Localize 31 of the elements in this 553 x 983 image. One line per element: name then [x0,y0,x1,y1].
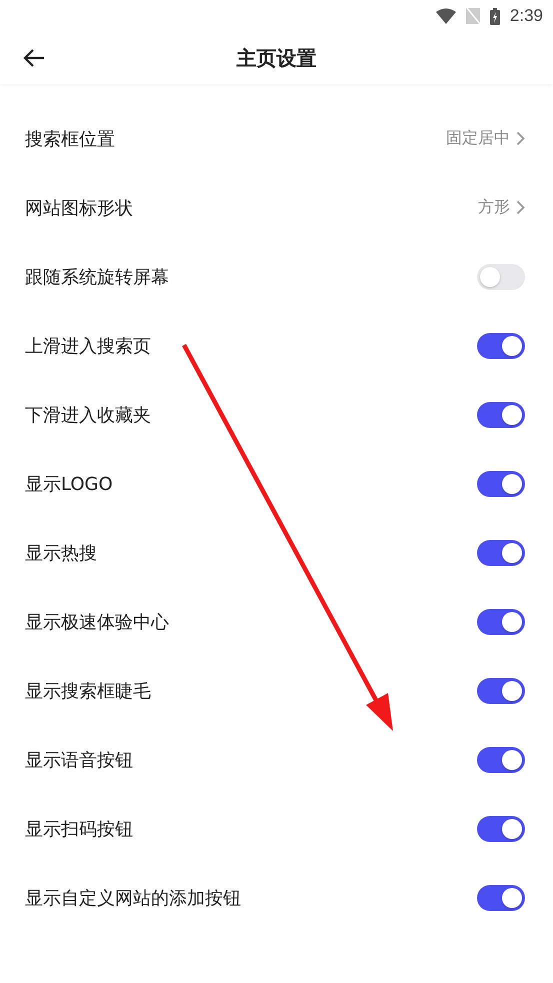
setting-label: 跟随系统旋转屏幕 [25,266,170,288]
setting-label: 显示热搜 [25,542,98,564]
toggle-switch[interactable] [477,816,525,842]
wifi-icon [436,8,456,24]
toggle-switch[interactable] [477,264,525,290]
page-title: 主页设置 [236,44,316,72]
battery-charging-icon [490,8,500,24]
setting-label: 显示极速体验中心 [25,610,170,634]
setting-label: 显示搜索框睫毛 [25,680,152,702]
toggle-switch[interactable] [477,332,525,358]
toggle-switch[interactable] [477,540,525,566]
no-signal-icon [466,8,480,24]
setting-value: 固定居中 [446,128,510,149]
toggle-switch[interactable] [477,678,525,704]
setting-label: 显示扫码按钮 [25,818,134,840]
setting-value: 方形 [478,197,510,218]
chevron-icon [516,200,525,215]
setting-label: 显示语音按钮 [25,748,134,772]
setting-label: 搜索框位置 [25,128,116,150]
toggle-switch[interactable] [477,884,525,910]
setting-label: 网站图标形状 [25,196,134,220]
setting-label: 上滑进入搜索页 [25,334,152,358]
toggle-switch[interactable] [477,402,525,428]
toggle-switch[interactable] [477,470,525,496]
setting-label: 显示自定义网站的添加按钮 [25,886,242,910]
setting-label: 显示LOGO [25,472,114,496]
chevron-icon [516,131,525,146]
toggle-switch[interactable] [477,608,525,634]
toggle-switch[interactable] [477,746,525,772]
setting-label: 下滑进入收藏夹 [25,404,152,426]
status-time: 2:39 [510,6,543,26]
